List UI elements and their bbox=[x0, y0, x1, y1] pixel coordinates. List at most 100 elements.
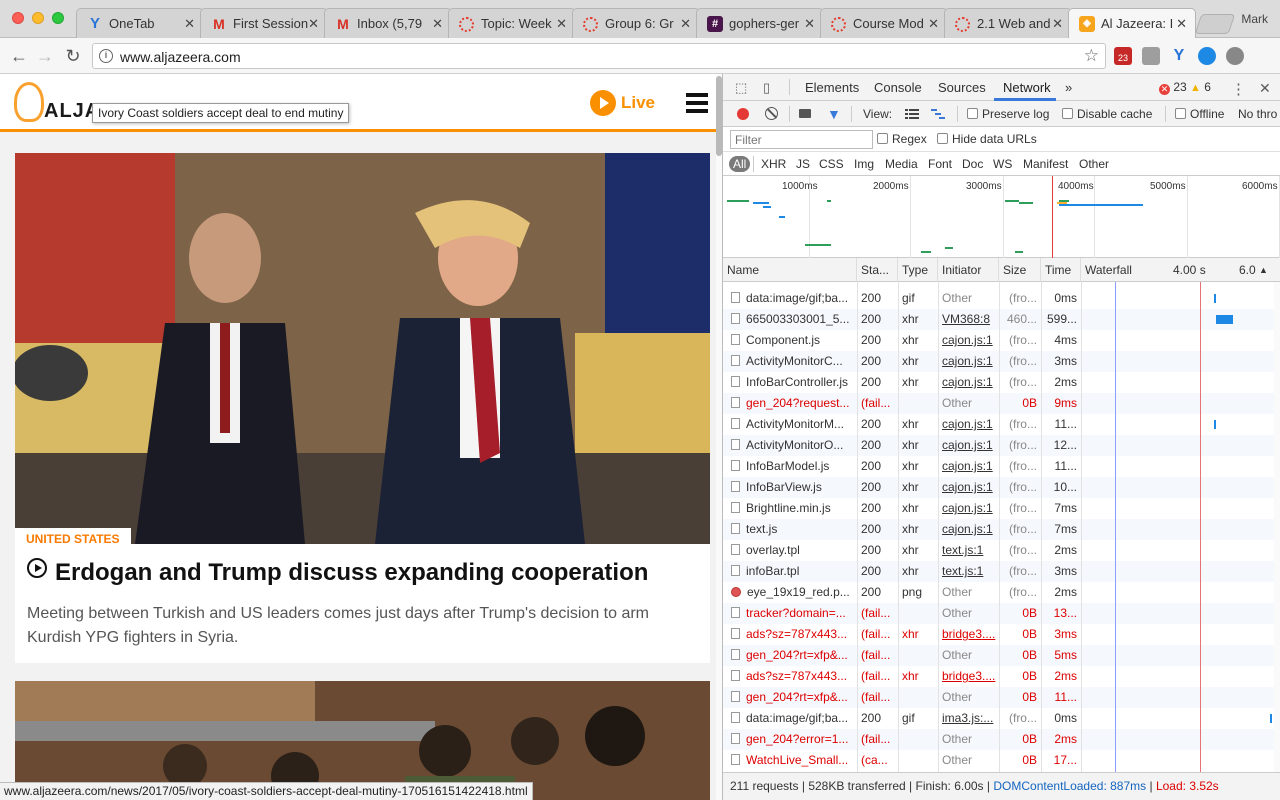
request-row[interactable]: ActivityMonitorO... 200 xhr cajon.js:1 (fro.… bbox=[723, 435, 1280, 456]
type-filter-all[interactable]: All bbox=[729, 156, 751, 172]
request-row[interactable]: gen_204?request... (fail... Other 0B 9ms bbox=[723, 393, 1280, 414]
type-filter-css[interactable]: CSS bbox=[815, 156, 848, 172]
request-initiator[interactable]: bridge3.... bbox=[938, 666, 999, 687]
info-icon[interactable]: i bbox=[99, 49, 113, 63]
request-row[interactable]: infoBar.tpl 200 xhr text.js:1 (fro... 3ms bbox=[723, 561, 1280, 582]
checkbox[interactable] bbox=[1062, 108, 1073, 119]
browser-tab-gophers[interactable]: # gophers-ger ✕ bbox=[696, 8, 824, 38]
request-row[interactable]: gen_204?rt=xfp&... (fail... Other 0B 11... bbox=[723, 687, 1280, 708]
request-initiator[interactable]: text.js:1 bbox=[938, 540, 999, 561]
request-initiator[interactable]: cajon.js:1 bbox=[938, 372, 999, 393]
table-scrollbar[interactable] bbox=[1274, 282, 1280, 772]
tab-network[interactable]: Network bbox=[1003, 80, 1051, 95]
request-row[interactable]: gen_204?rt=xfp&... (fail... Other 0B 5ms bbox=[723, 645, 1280, 666]
type-filter-manifest[interactable]: Manifest bbox=[1019, 156, 1072, 172]
new-tab-button[interactable] bbox=[1194, 14, 1236, 34]
request-row[interactable]: text.js 200 xhr cajon.js:1 (fro... 7ms bbox=[723, 519, 1280, 540]
network-overview-timeline[interactable]: 1000ms 2000ms 3000ms 4000ms 5000ms 6000m… bbox=[723, 176, 1280, 258]
request-row[interactable]: WatchLive_Small... (ca... Other 0B 17... bbox=[723, 750, 1280, 771]
request-row[interactable]: ActivityMonitorC... 200 xhr cajon.js:1 (fro.… bbox=[723, 351, 1280, 372]
error-warning-counter[interactable]: ✕ 23 ▲ 6 bbox=[1159, 80, 1211, 95]
browser-tab-onetab[interactable]: Y OneTab ✕ bbox=[76, 8, 204, 38]
capture-screenshots-icon[interactable] bbox=[799, 109, 811, 118]
waterfall-bar[interactable] bbox=[1216, 315, 1234, 324]
request-row[interactable]: InfoBarController.js 200 xhr cajon.js:1 (fro… bbox=[723, 372, 1280, 393]
tab-sources[interactable]: Sources bbox=[938, 80, 986, 95]
address-bar[interactable]: i www.aljazeera.com ☆ bbox=[92, 43, 1106, 69]
extension-icon[interactable] bbox=[1226, 47, 1244, 65]
request-row[interactable]: 665003303001_5... 200 xhr VM368:8 460... 599.… bbox=[723, 309, 1280, 330]
checkbox[interactable] bbox=[937, 133, 948, 144]
browser-tab-web-and[interactable]: 2.1 Web and ✕ bbox=[944, 8, 1072, 38]
waterfall-bar[interactable] bbox=[1214, 420, 1217, 429]
tab-close-icon[interactable]: ✕ bbox=[1176, 9, 1187, 38]
headline-text[interactable]: Erdogan and Trump discuss expanding coop… bbox=[55, 559, 648, 586]
window-maximize-button[interactable] bbox=[52, 12, 64, 24]
request-initiator[interactable]: cajon.js:1 bbox=[938, 330, 999, 351]
window-minimize-button[interactable] bbox=[32, 12, 44, 24]
tab-close-icon[interactable]: ✕ bbox=[556, 9, 567, 38]
request-row[interactable]: InfoBarView.js 200 xhr cajon.js:1 (fro... 10.… bbox=[723, 477, 1280, 498]
window-close-button[interactable] bbox=[12, 12, 24, 24]
request-initiator[interactable]: cajon.js:1 bbox=[938, 477, 999, 498]
tab-close-icon[interactable]: ✕ bbox=[432, 9, 443, 38]
browser-tab-course-mod[interactable]: Course Mod ✕ bbox=[820, 8, 948, 38]
story-headline[interactable]: Erdogan and Trump discuss expanding coop… bbox=[27, 558, 648, 587]
browser-tab-aljazeera[interactable]: ◈ Al Jazeera: I ✕ bbox=[1068, 8, 1196, 38]
type-filter-img[interactable]: Img bbox=[850, 156, 878, 172]
type-filter-media[interactable]: Media bbox=[881, 156, 922, 172]
tab-console[interactable]: Console bbox=[874, 80, 922, 95]
type-filter-doc[interactable]: Doc bbox=[958, 156, 987, 172]
column-name[interactable]: Name bbox=[723, 258, 857, 282]
type-filter-font[interactable]: Font bbox=[924, 156, 956, 172]
column-size[interactable]: Size bbox=[999, 258, 1041, 282]
more-tabs-chevron-icon[interactable]: » bbox=[1065, 80, 1072, 95]
onetab-extension-icon[interactable]: Y bbox=[1170, 47, 1188, 65]
filter-input[interactable] bbox=[730, 130, 873, 149]
type-filter-js[interactable]: JS bbox=[792, 156, 814, 172]
column-type[interactable]: Type bbox=[898, 258, 938, 282]
back-arrow-icon[interactable]: ← bbox=[8, 45, 30, 67]
sort-arrow-icon[interactable]: ▲ bbox=[1259, 258, 1268, 282]
inspect-element-icon[interactable]: ⬚ bbox=[735, 80, 751, 95]
reload-icon[interactable]: ↻ bbox=[62, 45, 84, 67]
request-initiator[interactable]: bridge3.... bbox=[938, 624, 999, 645]
tab-close-icon[interactable]: ✕ bbox=[308, 9, 319, 38]
request-row[interactable]: gen_204?error=1... (fail... Other 0B 2ms bbox=[723, 729, 1280, 750]
close-devtools-icon[interactable]: ✕ bbox=[1259, 80, 1275, 96]
request-row[interactable]: Component.js 200 xhr cajon.js:1 (fro... 4ms bbox=[723, 330, 1280, 351]
regex-checkbox[interactable]: Regex bbox=[877, 132, 927, 146]
request-row[interactable]: data:image/gif;ba... 200 gif ima3.js:... (fr… bbox=[723, 708, 1280, 729]
menu-hamburger-icon[interactable] bbox=[686, 93, 708, 113]
bookmark-star-icon[interactable]: ☆ bbox=[1084, 46, 1099, 66]
request-initiator[interactable]: text.js:1 bbox=[938, 561, 999, 582]
featured-story-card[interactable]: UNITED STATES Erdogan and Trump discuss … bbox=[15, 153, 710, 663]
request-initiator[interactable]: cajon.js:1 bbox=[938, 414, 999, 435]
tab-close-icon[interactable]: ✕ bbox=[1052, 9, 1063, 38]
filter-funnel-icon[interactable]: ▼ bbox=[827, 106, 841, 122]
browser-tab-group-6[interactable]: Group 6: Gr ✕ bbox=[572, 8, 700, 38]
calendar-extension-icon[interactable]: 23 bbox=[1114, 47, 1132, 65]
request-initiator[interactable]: cajon.js:1 bbox=[938, 435, 999, 456]
story-category[interactable]: UNITED STATES bbox=[15, 528, 131, 550]
request-row[interactable]: eye_19x19_red.p... 200 png Other (fro... 2ms bbox=[723, 582, 1280, 603]
tab-close-icon[interactable]: ✕ bbox=[928, 9, 939, 38]
tab-close-icon[interactable]: ✕ bbox=[184, 9, 195, 38]
featured-story-photo[interactable] bbox=[15, 153, 710, 544]
browser-tab-first-session[interactable]: M First Session ✕ bbox=[200, 8, 328, 38]
device-toolbar-icon[interactable]: ▯ bbox=[763, 80, 779, 95]
extension-icon[interactable] bbox=[1142, 47, 1160, 65]
more-options-icon[interactable]: ⋮ bbox=[1231, 80, 1247, 98]
column-waterfall[interactable]: Waterfall 4.00 s 6.0 ▲ bbox=[1081, 258, 1280, 282]
request-initiator[interactable]: cajon.js:1 bbox=[938, 351, 999, 372]
tab-close-icon[interactable]: ✕ bbox=[680, 9, 691, 38]
request-row[interactable]: Brightline.min.js 200 xhr cajon.js:1 (fro...… bbox=[723, 498, 1280, 519]
column-status[interactable]: Sta... bbox=[857, 258, 898, 282]
type-filter-other[interactable]: Other bbox=[1075, 156, 1113, 172]
request-row[interactable]: tracker?domain=... (fail... Other 0B 13... bbox=[723, 603, 1280, 624]
request-initiator[interactable]: VM368:8 bbox=[938, 309, 999, 330]
checkbox[interactable] bbox=[877, 133, 888, 144]
hide-data-urls-checkbox[interactable]: Hide data URLs bbox=[937, 132, 1037, 146]
waterfall-bar[interactable] bbox=[1214, 294, 1217, 303]
offline-checkbox[interactable]: Offline bbox=[1175, 107, 1224, 121]
